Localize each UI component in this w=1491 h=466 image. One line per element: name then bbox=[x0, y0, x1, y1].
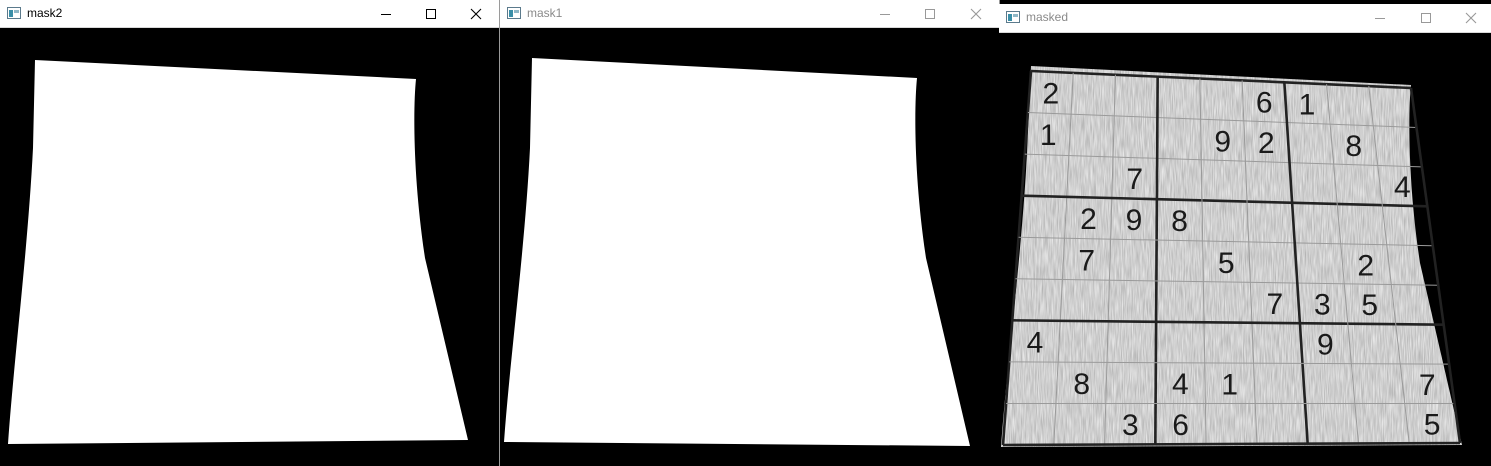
image-view bbox=[0, 28, 499, 466]
close-icon bbox=[1465, 12, 1477, 24]
close-button[interactable] bbox=[453, 0, 499, 28]
sudoku-digit: 2 bbox=[1357, 249, 1374, 282]
titlebar[interactable]: masked bbox=[999, 4, 1491, 33]
sudoku-digit: 5 bbox=[1218, 247, 1235, 280]
titlebar[interactable]: mask2 bbox=[0, 0, 499, 28]
window-mask1[interactable]: mask1 bbox=[500, 0, 999, 466]
sudoku-digit: 1 bbox=[1040, 119, 1057, 152]
window-title: mask2 bbox=[27, 6, 63, 20]
sudoku-digit: 5 bbox=[1424, 408, 1441, 441]
sudoku-digit: 7 bbox=[1078, 244, 1095, 277]
window-masked[interactable]: masked 261192874298752735498417365 bbox=[999, 4, 1491, 466]
maximize-button[interactable] bbox=[408, 0, 454, 28]
titlebar[interactable]: mask1 bbox=[500, 0, 999, 28]
sudoku-digit: 8 bbox=[1073, 368, 1090, 401]
close-button[interactable] bbox=[1448, 4, 1491, 32]
sudoku-digit: 4 bbox=[1172, 368, 1189, 401]
app-window-icon bbox=[7, 7, 21, 19]
minimize-button[interactable] bbox=[363, 0, 409, 28]
minimize-button[interactable] bbox=[1357, 4, 1403, 32]
close-button[interactable] bbox=[953, 0, 999, 28]
close-icon bbox=[970, 8, 982, 20]
maximize-button[interactable] bbox=[1403, 4, 1449, 32]
sudoku-digit: 9 bbox=[1214, 125, 1231, 158]
sudoku-digit: 9 bbox=[1317, 328, 1334, 361]
maximize-icon bbox=[925, 9, 935, 19]
sudoku-digit: 2 bbox=[1258, 127, 1275, 160]
mask-image bbox=[8, 60, 468, 444]
app-window-icon bbox=[507, 7, 521, 19]
maximize-icon bbox=[1421, 13, 1431, 23]
sudoku-digit: 3 bbox=[1314, 288, 1331, 321]
sudoku-digit: 7 bbox=[1126, 163, 1143, 196]
minimize-button[interactable] bbox=[862, 0, 908, 28]
window-title: masked bbox=[1026, 10, 1069, 24]
sudoku-digit: 5 bbox=[1361, 289, 1378, 322]
window-mask2[interactable]: mask2 bbox=[0, 0, 499, 466]
window-title: mask1 bbox=[527, 6, 563, 20]
sudoku-digit: 4 bbox=[1394, 171, 1411, 204]
maximize-button[interactable] bbox=[907, 0, 953, 28]
image-view: 261192874298752735498417365 bbox=[999, 33, 1491, 466]
minimize-icon bbox=[381, 14, 391, 15]
sudoku-digit: 6 bbox=[1172, 409, 1189, 442]
sudoku-digit: 7 bbox=[1419, 369, 1436, 402]
sudoku-digit: 6 bbox=[1256, 87, 1273, 120]
sudoku-digit: 9 bbox=[1126, 204, 1143, 237]
sudoku-digit: 8 bbox=[1345, 130, 1362, 163]
app-window-icon bbox=[1006, 11, 1020, 23]
sudoku-digit: 4 bbox=[1027, 326, 1044, 359]
maximize-icon bbox=[426, 9, 436, 19]
sudoku-digit: 2 bbox=[1080, 203, 1097, 236]
image-view bbox=[500, 28, 999, 466]
sudoku-digit: 1 bbox=[1221, 368, 1238, 401]
mask-image bbox=[504, 58, 970, 446]
sudoku-digit: 1 bbox=[1299, 88, 1316, 121]
sudoku-digit: 8 bbox=[1171, 205, 1188, 238]
minimize-icon bbox=[1375, 18, 1385, 19]
close-icon bbox=[470, 8, 482, 20]
minimize-icon bbox=[880, 14, 890, 15]
sudoku-digit: 2 bbox=[1042, 78, 1059, 111]
masked-sudoku-image: 2 6 11 9 2 87 42 9 87 5 27 3 54 98 4 1 73 6 5 bbox=[1001, 66, 1462, 447]
sudoku-digit: 3 bbox=[1122, 409, 1139, 442]
sudoku-digit: 7 bbox=[1267, 288, 1284, 321]
